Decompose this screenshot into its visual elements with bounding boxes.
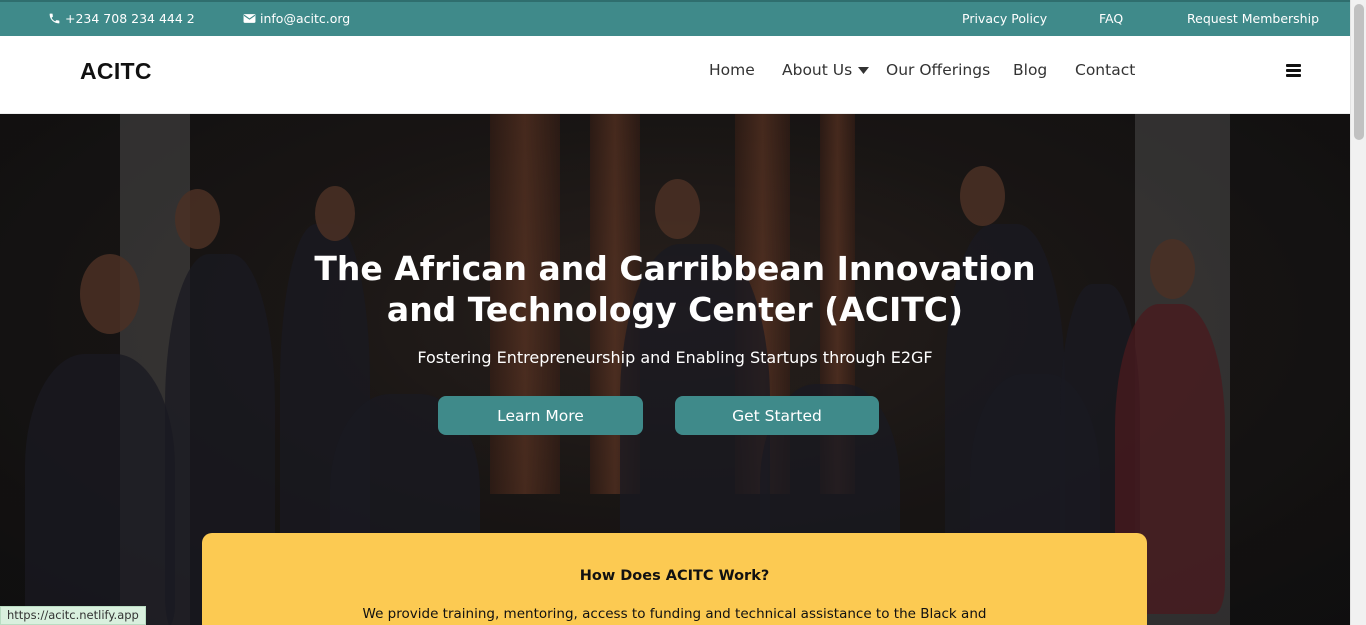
card-description: We provide training, mentoring, access t…	[362, 606, 987, 622]
privacy-policy-link[interactable]: Privacy Policy	[962, 11, 1047, 26]
chevron-down-icon[interactable]	[858, 67, 869, 74]
hero-subtitle: Fostering Entrepreneurship and Enabling …	[417, 348, 933, 367]
status-bar-url: https://acitc.netlify.app	[0, 606, 146, 625]
page-scrollbar[interactable]	[1350, 0, 1366, 625]
scrollbar-thumb[interactable]	[1354, 4, 1364, 140]
email-text: info@acitc.org	[260, 11, 351, 26]
hero-photo-head	[655, 179, 700, 239]
hamburger-menu-icon[interactable]	[1286, 64, 1301, 78]
nav-our-offerings[interactable]: Our Offerings	[886, 61, 990, 79]
request-membership-link[interactable]: Request Membership	[1187, 11, 1319, 26]
learn-more-button[interactable]: Learn More	[438, 396, 643, 435]
nav-blog[interactable]: Blog	[1013, 61, 1047, 79]
phone-text: +234 708 234 444 2	[65, 11, 195, 26]
card-title: How Does ACITC Work?	[579, 568, 770, 584]
nav-about-us[interactable]: About Us	[782, 61, 852, 79]
how-it-works-card: How Does ACITC Work? We provide training…	[202, 533, 1147, 625]
hero-title-line-2: and Technology Center (ACITC)	[386, 290, 964, 329]
hero-photo-head	[175, 189, 220, 249]
site-logo[interactable]: ACITC	[80, 58, 152, 85]
hero-photo-figure	[25, 354, 175, 625]
phone-icon	[49, 13, 60, 24]
nav-home[interactable]: Home	[709, 61, 755, 79]
hero-photo-head	[960, 166, 1005, 226]
nav-contact[interactable]: Contact	[1075, 61, 1135, 79]
hero-title-line-1: The African and Carribbean Innovation	[314, 249, 1036, 288]
hero-photo-head	[315, 186, 355, 241]
main-header: ACITC Home About Us Our Offerings Blog C…	[0, 36, 1350, 114]
envelope-icon	[243, 14, 256, 23]
email-contact[interactable]: info@acitc.org	[243, 11, 350, 26]
get-started-button[interactable]: Get Started	[675, 396, 879, 435]
hero-title: The African and Carribbean Innovation an…	[0, 248, 1350, 330]
top-bar: +234 708 234 444 2 info@acitc.org Privac…	[0, 0, 1350, 36]
phone-contact[interactable]: +234 708 234 444 2	[48, 11, 195, 26]
faq-link[interactable]: FAQ	[1099, 11, 1123, 26]
